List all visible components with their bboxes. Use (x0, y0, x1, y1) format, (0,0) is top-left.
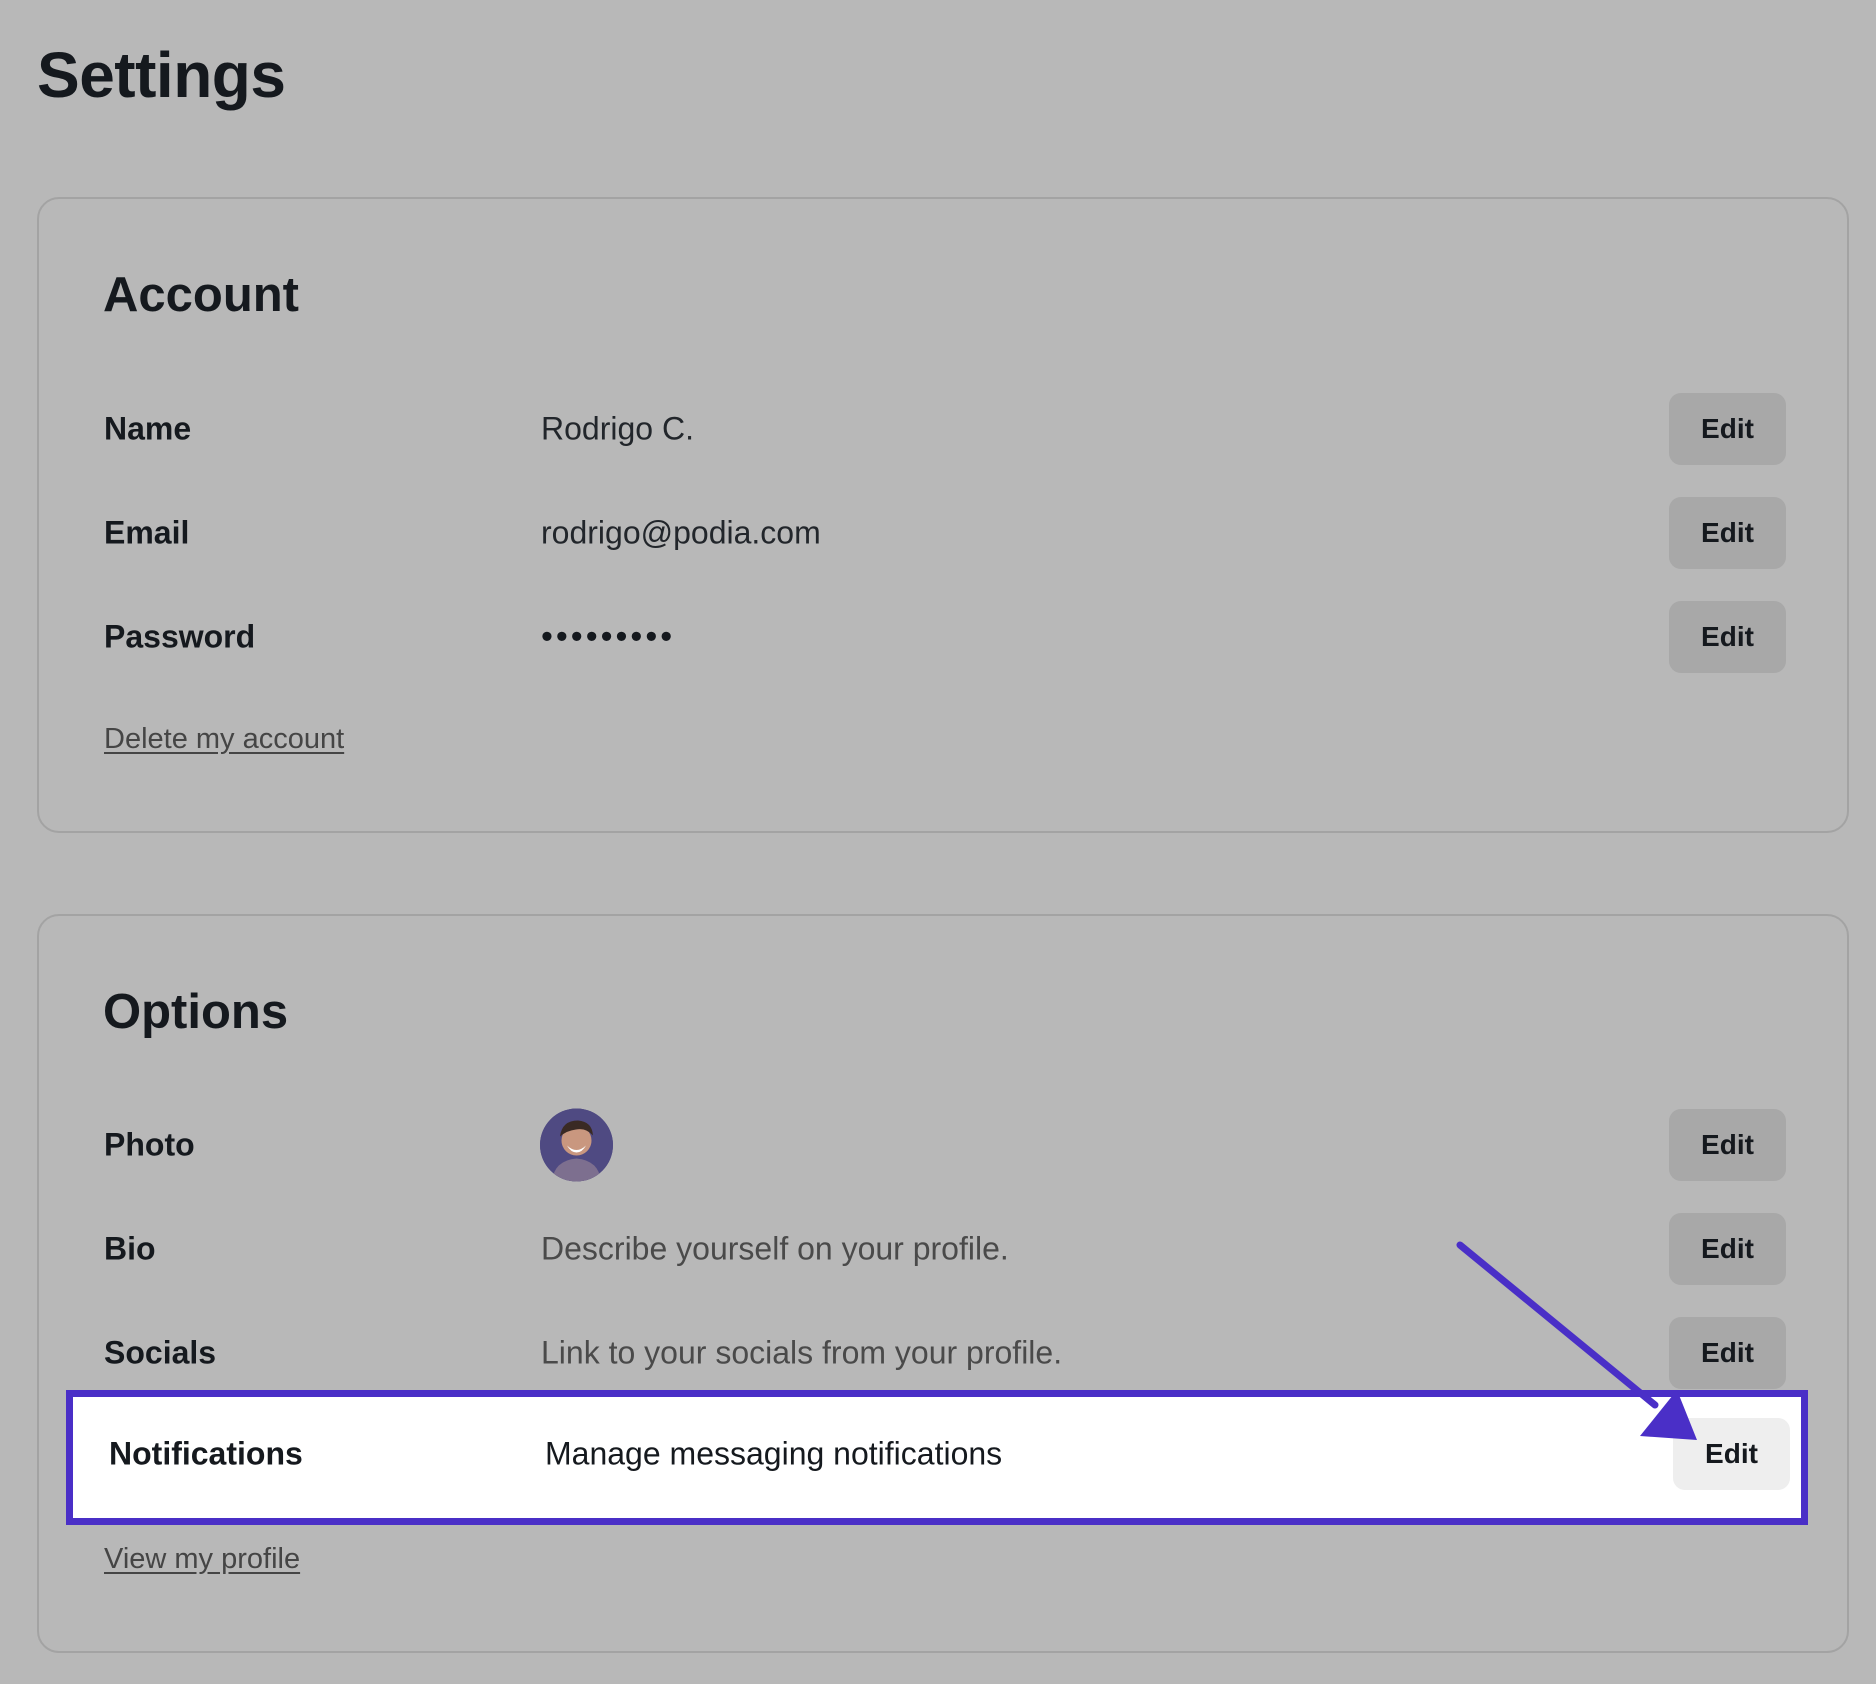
socials-label: Socials (104, 1334, 217, 1371)
password-label: Password (104, 618, 256, 655)
email-value: rodrigo@podia.com (541, 514, 821, 551)
delete-account-link[interactable]: Delete my account (104, 723, 344, 756)
name-row: Name Rodrigo C. Edit (39, 393, 1847, 465)
edit-email-button[interactable]: Edit (1669, 497, 1786, 569)
account-section-title: Account (103, 268, 299, 322)
name-label: Name (104, 410, 192, 447)
notifications-label: Notifications (109, 1435, 303, 1472)
options-section-title: Options (103, 985, 289, 1039)
edit-password-button[interactable]: Edit (1669, 601, 1786, 673)
notifications-row: Notifications Manage messaging notificat… (73, 1418, 1801, 1490)
account-card: Account Name Rodrigo C. Edit Email rodri… (37, 197, 1849, 833)
edit-socials-button[interactable]: Edit (1669, 1317, 1786, 1389)
bio-value: Describe yourself on your profile. (541, 1230, 1009, 1267)
page-title: Settings (37, 39, 286, 111)
bio-row: Bio Describe yourself on your profile. E… (39, 1213, 1847, 1285)
edit-name-button[interactable]: Edit (1669, 393, 1786, 465)
bio-label: Bio (104, 1230, 156, 1267)
notifications-row-highlight: Notifications Manage messaging notificat… (66, 1390, 1808, 1525)
edit-bio-button[interactable]: Edit (1669, 1213, 1786, 1285)
edit-photo-button[interactable]: Edit (1669, 1109, 1786, 1181)
password-row: Password ••••••••• Edit (39, 601, 1847, 673)
password-value: ••••••••• (541, 617, 676, 656)
edit-notifications-button[interactable]: Edit (1673, 1418, 1790, 1490)
avatar-image (540, 1108, 613, 1182)
socials-value: Link to your socials from your profile. (541, 1334, 1063, 1371)
socials-row: Socials Link to your socials from your p… (39, 1317, 1847, 1389)
photo-row: Photo Edit (39, 1108, 1847, 1182)
photo-label: Photo (104, 1126, 195, 1163)
email-label: Email (104, 514, 190, 551)
avatar (540, 1108, 613, 1182)
view-profile-link[interactable]: View my profile (104, 1543, 300, 1576)
email-row: Email rodrigo@podia.com Edit (39, 497, 1847, 569)
notifications-value: Manage messaging notifications (545, 1435, 1003, 1472)
options-card: Options Photo Edit Bio Describe yourself… (37, 914, 1849, 1653)
name-value: Rodrigo C. (541, 410, 694, 447)
